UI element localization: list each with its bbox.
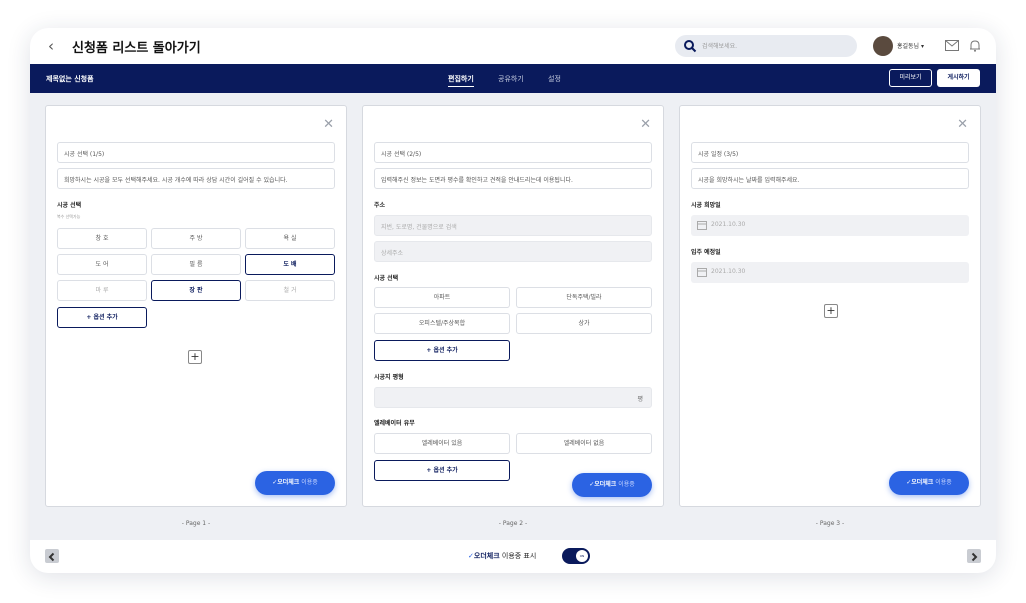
option-kitchen[interactable]: 주 방: [151, 228, 241, 249]
page-card-3: ✕ 시공 일정 (3/5) 시공을 희망하시는 날짜를 입력해주세요. 시공 희…: [679, 105, 981, 507]
option-officetel[interactable]: 오피스텔/주상복합: [374, 313, 510, 334]
date1-label: 시공 희망일: [691, 202, 721, 209]
page-card-1: ✕ 시공 선택 (1/5) 희망하시는 시공을 모두 선택해주세요. 시공 개수…: [45, 105, 347, 507]
section-label: 시공 선택: [57, 202, 82, 209]
option-demolition[interactable]: 철 거: [245, 280, 335, 301]
page-label-2: - Page 2 -: [498, 520, 528, 527]
back-chevron-icon[interactable]: ‹: [48, 37, 54, 55]
page-label-3: - Page 3 -: [815, 520, 845, 527]
add-field-icon[interactable]: +: [188, 350, 202, 364]
option-floor[interactable]: 마 루: [57, 280, 147, 301]
option-wallpaper[interactable]: 도 배: [245, 254, 335, 275]
date2-input[interactable]: 2021.10.30: [691, 262, 969, 283]
add-option-button[interactable]: + 옵션 추가: [374, 340, 510, 361]
section-sublabel: 복수 선택가능: [57, 214, 81, 219]
ordercheck-badge[interactable]: ✓오더체크 이용중: [572, 473, 652, 497]
option-store[interactable]: 상가: [516, 313, 652, 334]
area-input[interactable]: 평: [374, 387, 652, 408]
search-icon: [684, 40, 697, 53]
add-option-button[interactable]: + 옵션 추가: [57, 307, 147, 328]
date1-input[interactable]: 2021.10.30: [691, 215, 969, 236]
search-box[interactable]: 검색해보세요.: [675, 35, 857, 57]
badge-status: 이용중: [301, 479, 318, 486]
address-detail-input[interactable]: 상세주소: [374, 241, 652, 262]
add-option-button[interactable]: + 옵션 추가: [374, 460, 510, 481]
badge-status: 이용중: [935, 479, 952, 486]
app-window: ‹ 신청폼 리스트 돌아가기 검색해보세요. 홍길동님 ▾ 제목없는 신청폼 편…: [30, 28, 996, 573]
option-door[interactable]: 도 어: [57, 254, 147, 275]
search-placeholder: 검색해보세요.: [702, 43, 738, 50]
page-description-field[interactable]: 시공을 희망하시는 날짜를 입력해주세요.: [691, 168, 969, 189]
chevron-left-icon: [48, 552, 55, 562]
close-icon[interactable]: ✕: [640, 118, 651, 131]
option-window[interactable]: 창 호: [57, 228, 147, 249]
form-title: 제목없는 신청폼: [46, 75, 94, 83]
toggle-knob: ON: [576, 550, 588, 562]
page-title-field[interactable]: 시공 선택 (2/5): [374, 142, 652, 163]
option-film[interactable]: 필 름: [151, 254, 241, 275]
badge-brand: ✓오더체크: [272, 479, 300, 486]
ordercheck-display-label: ✓오더체크 이용중 표시: [468, 551, 536, 561]
page-description-field[interactable]: 희망하시는 시공을 모두 선택해주세요. 시공 개수에 따라 상담 시간이 길어…: [57, 168, 335, 189]
prev-page-button[interactable]: [45, 549, 59, 563]
address-search-input[interactable]: 지번, 도로명, 건물명으로 검색: [374, 215, 652, 236]
user-menu[interactable]: 홍길동님 ▾: [897, 41, 924, 50]
tab-edit[interactable]: 편집하기: [448, 74, 474, 87]
page-description-field[interactable]: 입력해주신 정보는 도면과 평수를 확인하고 견적을 안내드리는데 이용됩니다.: [374, 168, 652, 189]
mail-icon[interactable]: [945, 40, 959, 51]
calendar-icon: [697, 221, 707, 230]
close-icon[interactable]: ✕: [323, 118, 334, 131]
badge-brand: ✓오더체크: [589, 481, 617, 488]
date1-value: 2021.10.30: [711, 221, 746, 228]
address-label: 주소: [374, 202, 386, 209]
date2-value: 2021.10.30: [711, 268, 746, 275]
avatar[interactable]: [873, 36, 893, 56]
close-icon[interactable]: ✕: [957, 118, 968, 131]
page-title-field[interactable]: 시공 일정 (3/5): [691, 142, 969, 163]
ordercheck-badge[interactable]: ✓오더체크 이용중: [255, 471, 335, 495]
editor-navbar: 제목없는 신청폼 편집하기 공유하기 설정 미리보기 게시하기: [30, 64, 996, 93]
page-label-1: - Page 1 -: [181, 520, 211, 527]
footer-brand: 오더체크: [473, 552, 500, 560]
option-bath[interactable]: 욕 실: [245, 228, 335, 249]
option-elevator-no[interactable]: 엘레베이터 없음: [516, 433, 652, 454]
footer-text: 이용중 표시: [501, 552, 537, 560]
add-field-icon[interactable]: +: [824, 304, 838, 318]
area-unit: 평: [637, 396, 643, 403]
publish-button[interactable]: 게시하기: [937, 69, 980, 87]
section-label: 시공 선택: [374, 275, 399, 282]
calendar-icon: [697, 268, 707, 277]
chevron-right-icon: [971, 552, 978, 562]
option-elevator-yes[interactable]: 엘레베이터 있음: [374, 433, 510, 454]
bell-icon[interactable]: [969, 39, 981, 52]
back-to-list-link[interactable]: 신청폼 리스트 돌아가기: [72, 37, 201, 56]
page-card-2: ✕ 시공 선택 (2/5) 입력해주신 정보는 도면과 평수를 확인하고 견적을…: [362, 105, 664, 507]
page-title-field[interactable]: 시공 선택 (1/5): [57, 142, 335, 163]
preview-button[interactable]: 미리보기: [889, 69, 932, 87]
tab-settings[interactable]: 설정: [548, 74, 561, 84]
area-label: 시공지 평형: [374, 374, 404, 381]
top-header: ‹ 신청폼 리스트 돌아가기 검색해보세요. 홍길동님 ▾: [30, 28, 996, 64]
display-toggle[interactable]: ON: [562, 548, 590, 564]
badge-status: 이용중: [618, 481, 635, 488]
option-linoleum[interactable]: 장 판: [151, 280, 241, 301]
bottom-bar: ✓오더체크 이용중 표시 ON: [30, 540, 996, 573]
badge-brand: ✓오더체크: [906, 479, 934, 486]
date2-label: 입주 예정일: [691, 249, 721, 256]
option-house[interactable]: 단독주택/빌라: [516, 287, 652, 308]
next-page-button[interactable]: [967, 549, 981, 563]
option-apartment[interactable]: 아파트: [374, 287, 510, 308]
ordercheck-badge[interactable]: ✓오더체크 이용중: [889, 471, 969, 495]
tab-share[interactable]: 공유하기: [498, 74, 524, 84]
elevator-label: 엘레베이터 유무: [374, 420, 415, 427]
